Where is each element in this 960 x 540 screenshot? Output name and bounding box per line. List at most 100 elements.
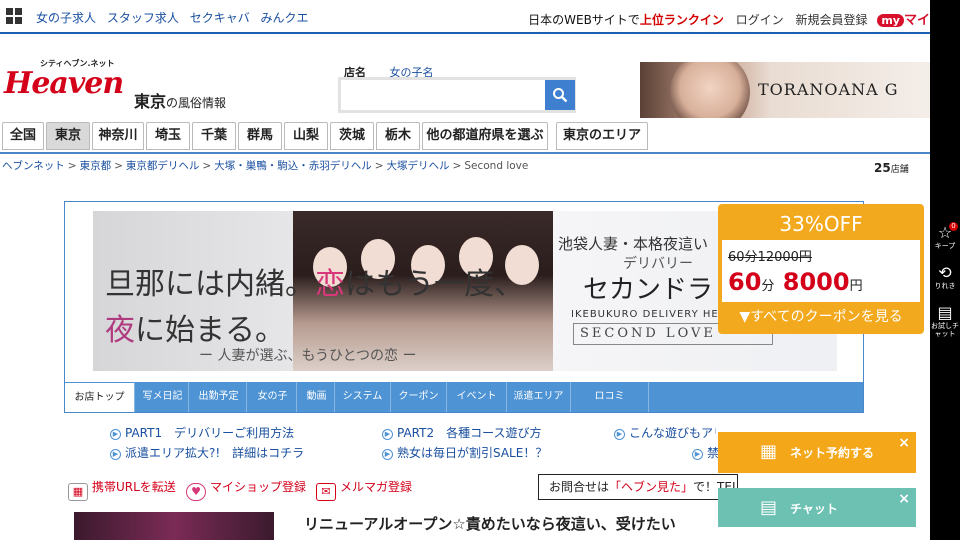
top-links: 女の子求人 スタッフ求人 セクキャバ みんクエ [36, 9, 316, 26]
chat-icon: ▤ [760, 497, 778, 518]
coupon-popup[interactable]: 33%OFF 60分12000円 60分 8000円 ▼すべてのクーポンを見る [718, 204, 924, 334]
shop-thumbnail[interactable] [74, 512, 274, 540]
pref-tab-saitama[interactable]: 埼玉 [146, 122, 190, 150]
search-input[interactable] [341, 80, 545, 110]
hero-tagline: ー 人妻が選ぶ、もうひとつの恋 ー [199, 348, 417, 364]
ranking-prefix: 日本のWEBサイトで [528, 13, 640, 27]
breadcrumb-item[interactable]: 大塚デリヘル [387, 160, 450, 172]
trial-chat-button[interactable]: ▤ お試しチャット [930, 303, 960, 339]
pref-tab-yamanashi[interactable]: 山梨 [284, 122, 328, 150]
top-link-sekucaba[interactable]: セクキャバ [190, 11, 250, 25]
shop-nav-system[interactable]: システム [335, 382, 391, 412]
net-reserve-button[interactable]: ▦ ネット予約する × [718, 432, 916, 473]
shop-nav-schedule[interactable]: 出勤予定 [191, 382, 247, 412]
shop-headline: リニューアルオープン☆責めたいなら夜這い、受けたい [304, 515, 676, 533]
shop-nav-girls[interactable]: 女の子 [249, 382, 297, 412]
keep-button[interactable]: ☆ 0 キープ [930, 222, 960, 250]
shop-nav-diary[interactable]: 写メ日記 [137, 382, 189, 412]
breadcrumb: ヘブンネット > 東京都 > 東京都デリヘル > 大塚・巣鴨・駒込・赤羽デリヘル > 大塚デリヘ… [2, 160, 529, 172]
promo-link[interactable]: ▶ 熟女は毎日が割引SALE！？ [382, 444, 547, 461]
shop-count: 25店舗 [874, 161, 909, 175]
mailmag-register[interactable]: ✉ メルマガ登録 [316, 478, 412, 501]
logo-brand: Heaven [4, 66, 124, 101]
coupon-price-box: 60分12000円 60分 8000円 [722, 240, 920, 302]
search-box [338, 77, 576, 113]
promo-link[interactable]: ▶ 派遣エリア拡大?! 詳細はコチラ [110, 444, 304, 461]
shop-count-unit: 店舗 [890, 165, 909, 175]
mail-icon: ✉ [316, 483, 336, 501]
hero-shop-en: IKEBUKURO DELIVERY HE [571, 309, 719, 320]
shop-count-number: 25 [874, 161, 891, 175]
ad-banner[interactable]: TORANOANA G [640, 62, 930, 118]
search-icon [553, 88, 568, 103]
top-right: 日本のWEBサイトで上位ランクイン ログイン 新規会員登録 my マイ [528, 9, 930, 28]
history-button[interactable]: ⟲ りれき [930, 263, 960, 291]
chat-button[interactable]: ▤ チャット × [718, 488, 916, 527]
close-icon[interactable]: × [898, 435, 910, 451]
chat-bubble-icon: ▤ [937, 303, 953, 322]
register-link[interactable]: 新規会員登録 [796, 13, 868, 27]
promo-link[interactable]: ▶ PART2 各種コース遊び方 [382, 424, 542, 441]
inquiry-box: お問合せは「ヘブン見た」で！TEL 03-5953-3780 [538, 474, 738, 500]
top-link-girl-jobs[interactable]: 女の子求人 [36, 11, 96, 25]
heart-icon: ♥ [186, 483, 206, 501]
ranking-highlight[interactable]: 上位ランクイン [640, 13, 724, 27]
my-page-link[interactable]: マイ [904, 13, 930, 28]
arrow-circle-icon: ▶ [614, 429, 625, 440]
promo-link[interactable]: ▶こんな遊びもアリ!?夜這い体験buffer [614, 424, 716, 441]
grid-menu-icon[interactable] [6, 8, 22, 24]
coupon-new-price: 60分 8000円 [728, 268, 863, 296]
history-label: りれき [934, 282, 956, 290]
breadcrumb-item[interactable]: 東京都 [80, 160, 112, 172]
chat-label: チャット [790, 502, 838, 516]
top-link-staff-jobs[interactable]: スタッフ求人 [107, 11, 179, 25]
close-icon[interactable]: × [898, 491, 910, 507]
keep-label: キープ [934, 242, 956, 250]
shop-nav-coupon[interactable]: クーポン [391, 382, 447, 412]
promo-link[interactable]: ▶ 禁 [692, 444, 719, 461]
area-suffix: の風俗情報 [166, 96, 227, 110]
breadcrumb-item[interactable]: 大塚・巣鴨・駒込・赤羽デリヘル [214, 160, 372, 172]
top-link-minque[interactable]: みんクエ [261, 11, 309, 25]
shop-nav-video[interactable]: 動画 [299, 382, 335, 412]
shop-nav-area[interactable]: 派遣エリア [507, 382, 571, 412]
side-toolbar: ☆ 0 キープ ⟲ りれき ▤ お試しチャット [930, 0, 960, 540]
hero-shop-name: セカンドラ [583, 275, 714, 305]
myshop-register[interactable]: ♥ マイショップ登録 [186, 478, 306, 501]
coupon-view-all[interactable]: ▼すべてのクーポンを見る [718, 306, 924, 326]
history-icon: ⟲ [938, 263, 952, 282]
hero-catch-line2: 夜に始まる。 [105, 313, 285, 348]
trial-chat-label: お試しチャット [931, 322, 959, 338]
shop-nav-event[interactable]: イベント [447, 382, 507, 412]
arrow-circle-icon: ▶ [382, 449, 393, 460]
breadcrumb-current: Second love [464, 160, 529, 172]
keep-count-badge: 0 [949, 222, 958, 231]
shop-nav: お店トップ 写メ日記 出勤予定 女の子 動画 システム クーポン イベント 派遣… [65, 382, 863, 412]
breadcrumb-item[interactable]: 東京都デリヘル [126, 160, 200, 172]
pref-tab-tokyo[interactable]: 東京 [46, 122, 90, 150]
pref-tab-other[interactable]: 他の都道府県を選ぶ [422, 122, 548, 150]
pref-tab-kanagawa[interactable]: 神奈川 [92, 122, 144, 150]
tokyo-area-tab[interactable]: 東京のエリア [556, 122, 648, 150]
login-link[interactable]: ログイン [736, 13, 784, 27]
site-logo[interactable]: シティヘブン.ネット Heaven [4, 59, 128, 110]
pref-tab-gunma[interactable]: 群馬 [238, 122, 282, 150]
breadcrumb-item[interactable]: ヘブンネット [2, 160, 65, 172]
ad-text: TORANOANA G [758, 80, 899, 99]
promo-link[interactable]: ▶ PART1 デリバリーご利用方法 [110, 424, 294, 441]
arrow-circle-icon: ▶ [110, 429, 121, 440]
my-badge[interactable]: my [877, 14, 904, 27]
pref-tab-chiba[interactable]: 千葉 [192, 122, 236, 150]
shop-nav-top[interactable]: お店トップ [65, 382, 135, 412]
send-mobile-url[interactable]: ▦ 携帯URLを転送 [68, 478, 176, 501]
search-button[interactable] [545, 80, 575, 110]
pref-tab-tochigi[interactable]: 栃木 [376, 122, 420, 150]
ad-model-photo [670, 62, 750, 118]
pref-tab-all[interactable]: 全国 [2, 122, 44, 150]
pref-tab-ibaraki[interactable]: 茨城 [330, 122, 374, 150]
coupon-old-price: 60分12000円 [728, 250, 812, 265]
area-name: 東京 [134, 92, 167, 111]
shop-nav-reviews[interactable]: ロコミ [571, 382, 649, 412]
arrow-circle-icon: ▶ [382, 429, 393, 440]
hero-catch-line1: 旦那には内緒。恋はもう一度、 [105, 267, 525, 302]
